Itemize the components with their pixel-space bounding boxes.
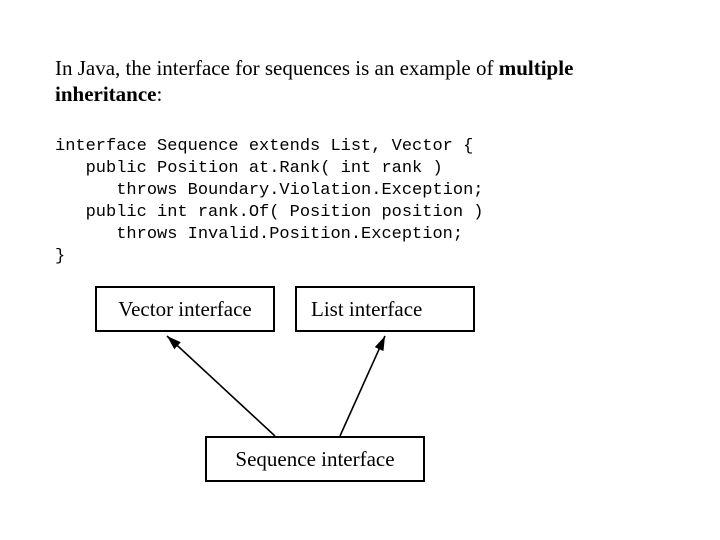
code-line-3: throws Boundary.Violation.Exception; [55, 181, 483, 200]
intro-paragraph: In Java, the interface for sequences is … [55, 55, 670, 108]
sequence-interface-label: Sequence interface [235, 447, 394, 472]
list-interface-label: List interface [311, 297, 422, 322]
list-interface-box: List interface [295, 286, 475, 332]
code-line-4: public int rank.Of( Position position ) [55, 203, 483, 222]
vector-interface-label: Vector interface [118, 297, 252, 322]
code-block: interface Sequence extends List, Vector … [55, 136, 670, 269]
code-line-2: public Position at.Rank( int rank ) [55, 159, 443, 178]
intro-prefix: In Java, the interface for sequences is … [55, 56, 499, 80]
sequence-interface-box: Sequence interface [205, 436, 425, 482]
intro-suffix: : [156, 82, 162, 106]
vector-interface-box: Vector interface [95, 286, 275, 332]
code-line-5: throws Invalid.Position.Exception; [55, 225, 463, 244]
code-line-6: } [55, 247, 65, 266]
code-line-1: interface Sequence extends List, Vector … [55, 137, 473, 156]
inheritance-diagram: Vector interface List interface Sequence… [85, 286, 605, 516]
